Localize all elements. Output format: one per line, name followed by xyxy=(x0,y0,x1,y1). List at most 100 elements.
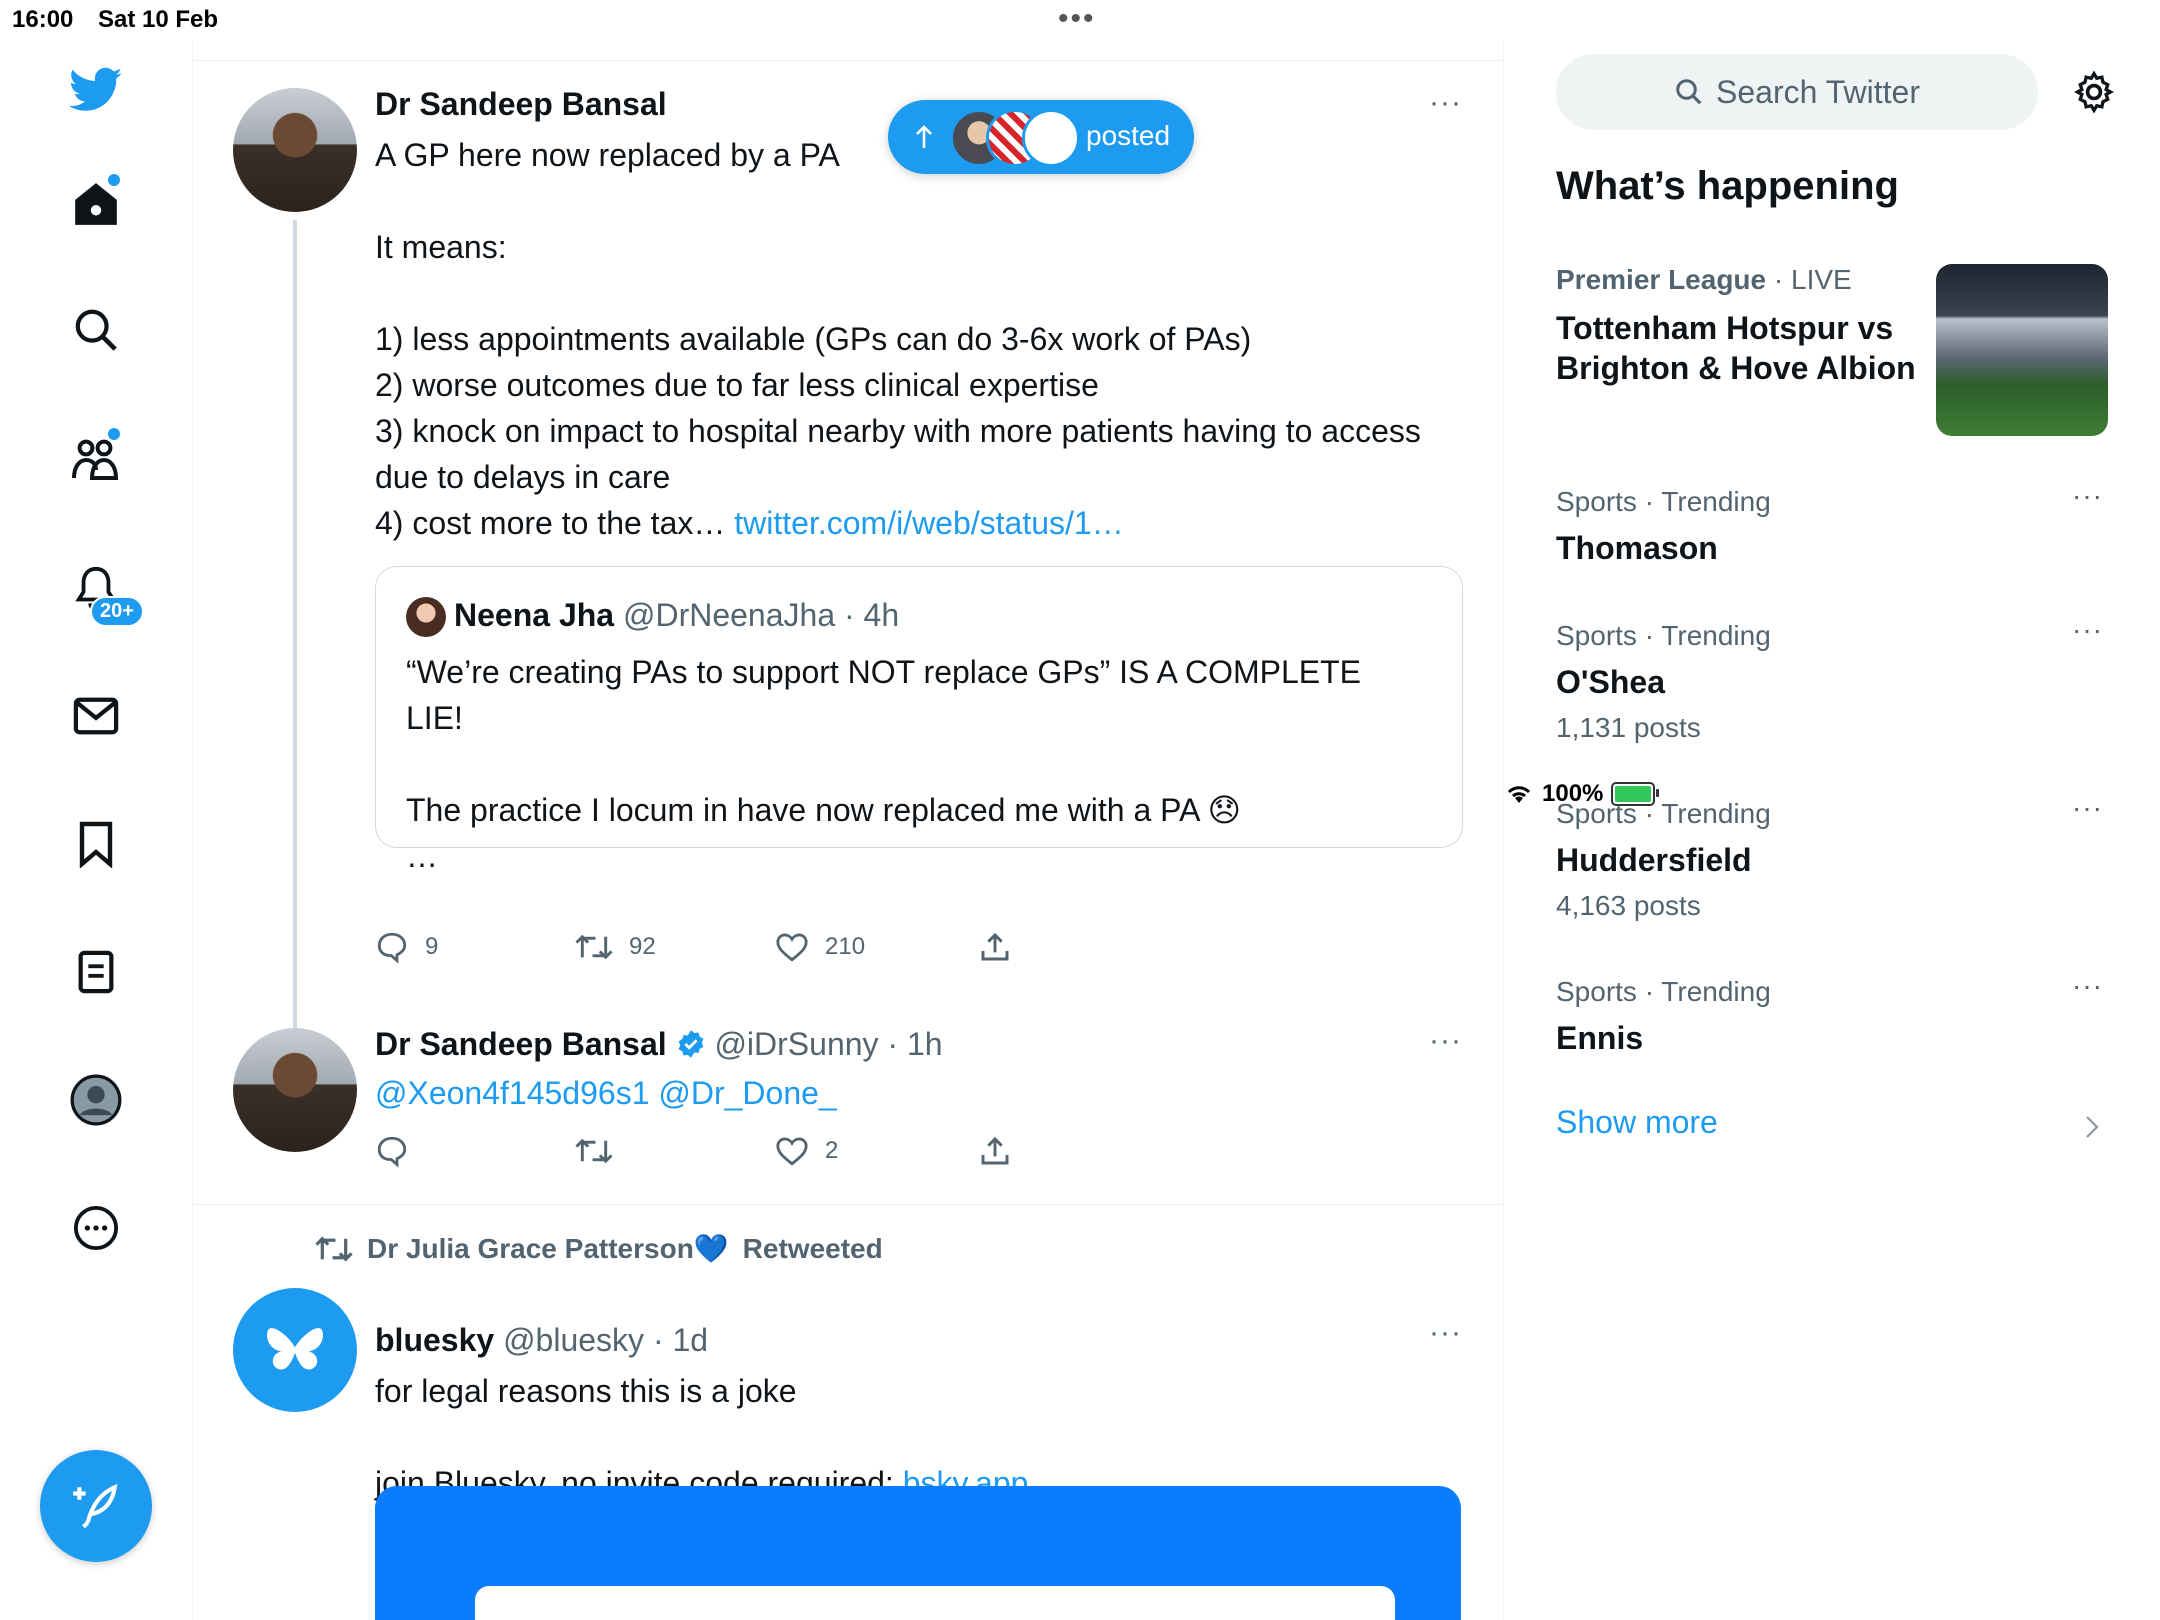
notifications-badge: 20+ xyxy=(90,596,144,627)
nav-explore[interactable] xyxy=(62,296,130,364)
chevron-right-icon xyxy=(2086,1116,2099,1138)
retweeter-name[interactable]: Dr Julia Grace Patterson💙 xyxy=(367,1232,729,1265)
share-icon xyxy=(981,932,1009,961)
trend-title: Huddersfield xyxy=(1556,842,1752,878)
trend-title: Thomason xyxy=(1556,530,1718,566)
tweet-header: bluesky @bluesky · 1d xyxy=(375,1322,708,1359)
trend-more-button[interactable]: ··· xyxy=(2072,792,2103,824)
trend-qualifier: · LIVE xyxy=(1773,264,1852,295)
share-button[interactable] xyxy=(979,1135,1011,1167)
nav-profile[interactable] xyxy=(62,1066,130,1134)
search-input[interactable]: Search Twitter xyxy=(1556,54,2038,130)
retweet-button[interactable] xyxy=(575,1136,775,1166)
tweet-text: A GP here now replaced by a PA It means:… xyxy=(375,132,1455,546)
reply-button[interactable] xyxy=(375,1134,575,1168)
tweet-author-handle[interactable]: @iDrSunny xyxy=(714,1026,878,1062)
quill-plus-icon xyxy=(73,1483,118,1529)
retweeted-label: Retweeted xyxy=(742,1232,883,1264)
tweet-body: for legal reasons this is a joke join Bl… xyxy=(375,1373,894,1501)
quote-author-name[interactable]: Neena Jha xyxy=(454,597,614,633)
trend-more-button[interactable]: ··· xyxy=(2072,970,2103,1002)
tweet-link[interactable]: twitter.com/i/web/status/1… xyxy=(734,505,1123,541)
quoted-tweet[interactable]: Neena Jha @DrNeenaJha · 4h “We’re creati… xyxy=(375,566,1463,874)
trend-category: Sports · Trending xyxy=(1556,620,1771,651)
list-icon xyxy=(78,950,114,994)
like-button[interactable]: 210 xyxy=(775,931,979,963)
quote-text: “We’re creating PAs to support NOT repla… xyxy=(406,654,1362,874)
status-date: Sat 10 Feb xyxy=(98,6,219,33)
gear-icon xyxy=(2074,70,2114,114)
tweet-more-button[interactable]: ··· xyxy=(1429,1316,1462,1350)
status-time: 16:00 xyxy=(12,6,74,33)
trend-category: Sports · Trending xyxy=(1556,976,1771,1007)
butterfly-icon xyxy=(267,1328,323,1370)
retweet-button[interactable]: 92 xyxy=(575,932,775,962)
nav-messages[interactable] xyxy=(62,682,130,750)
tweet-more-button[interactable]: ··· xyxy=(1429,1024,1462,1058)
multitasking-dots[interactable]: ••• xyxy=(1058,2,1096,36)
status-bar: 16:00 Sat 10 Feb ••• 100% xyxy=(0,0,2160,807)
avatar[interactable] xyxy=(233,88,357,212)
thread-line xyxy=(293,220,297,1066)
home-unread-dot xyxy=(106,172,122,188)
nav-bookmarks[interactable] xyxy=(62,810,130,878)
tweet-body: A GP here now replaced by a PA It means:… xyxy=(375,137,1421,541)
reply-icon xyxy=(377,932,407,964)
search-icon xyxy=(1676,79,1702,105)
tweet-more-button[interactable]: ··· xyxy=(1429,86,1462,120)
like-count: 210 xyxy=(825,933,866,960)
timeline: Dr Sandeep Bansal ··· A GP here now repl… xyxy=(193,40,1504,1620)
retweet-context: Dr Julia Grace Patterson💙 Retweeted xyxy=(315,1232,883,1265)
nav-lists[interactable] xyxy=(62,938,130,1006)
new-posts-label: posted xyxy=(1086,120,1171,151)
tweet-author-name[interactable]: bluesky xyxy=(375,1322,494,1358)
avatar[interactable] xyxy=(406,597,446,637)
quote-author-handle[interactable]: @DrNeenaJha xyxy=(623,597,835,633)
quote-time: · 4h xyxy=(844,597,900,633)
trend-more-button[interactable]: ··· xyxy=(2072,614,2103,646)
tweet-divider xyxy=(193,1204,1503,1205)
card-inner xyxy=(475,1586,1395,1620)
tweet-author-name[interactable]: Dr Sandeep Bansal xyxy=(375,1026,667,1062)
share-button[interactable] xyxy=(979,931,1011,963)
trend-meta: Premier League · LIVE xyxy=(1556,264,1852,296)
tweet-actions: 9 92 210 xyxy=(375,930,1011,964)
trend-more-button[interactable]: ··· xyxy=(2072,480,2103,512)
nav-home[interactable] xyxy=(62,170,130,238)
tweet-time: · 1h xyxy=(887,1026,943,1062)
left-navigation: 20+ xyxy=(0,40,193,1620)
new-posts-pill[interactable]: posted xyxy=(888,100,1194,174)
reply-button[interactable]: 9 xyxy=(375,930,575,964)
like-button[interactable]: 2 xyxy=(775,1135,979,1167)
settings-button[interactable] xyxy=(2072,70,2116,119)
retweet-icon xyxy=(575,934,613,960)
show-more-link[interactable]: Show more xyxy=(1556,1104,1718,1141)
heart-icon xyxy=(776,933,808,962)
tweet-mentions[interactable]: @Xeon4f145d96s1 @Dr_Done_ xyxy=(375,1070,837,1116)
more-circle-icon xyxy=(73,1205,119,1251)
avatar xyxy=(1022,109,1080,167)
link-card[interactable] xyxy=(375,1486,1461,1620)
nav-more[interactable] xyxy=(62,1194,130,1262)
search-placeholder: Search Twitter xyxy=(1716,73,1920,110)
twitter-logo-icon[interactable] xyxy=(62,56,130,124)
trend-title: Ennis xyxy=(1556,1020,1644,1056)
trend-count: 4,163 posts xyxy=(1556,890,1701,921)
tweet-author-name[interactable]: Dr Sandeep Bansal xyxy=(375,86,667,123)
search-icon xyxy=(75,309,117,351)
reply-icon xyxy=(377,1136,407,1168)
tweet-author-handle[interactable]: @bluesky xyxy=(503,1322,644,1358)
compose-tweet-button[interactable] xyxy=(40,1450,152,1562)
nav-communities[interactable] xyxy=(62,424,130,492)
right-sidebar: Search Twitter What’s happening Premier … xyxy=(1504,40,2160,1620)
share-icon xyxy=(981,1136,1009,1165)
quote-header: Neena Jha @DrNeenaJha · 4h xyxy=(454,597,899,634)
avatar[interactable] xyxy=(233,1288,357,1412)
retweet-icon xyxy=(575,1138,613,1164)
bookmark-icon xyxy=(79,821,113,868)
tweet-actions: 2 xyxy=(375,1134,1011,1168)
tweet-time: · 1d xyxy=(652,1322,709,1358)
reply-count: 9 xyxy=(425,933,439,960)
avatar[interactable] xyxy=(233,1028,357,1152)
trend-category: Sports · Trending xyxy=(1556,486,1771,517)
